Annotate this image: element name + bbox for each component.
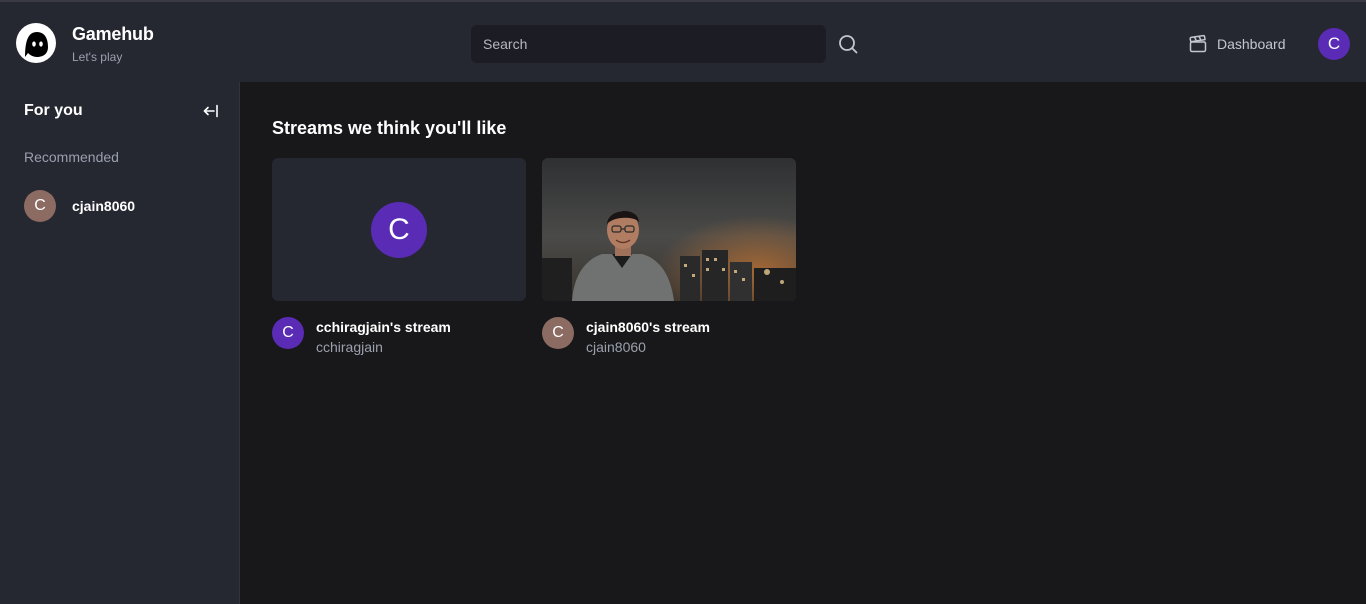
stream-card[interactable]: C cjain8060's stream cjain8060 xyxy=(542,158,796,355)
stream-thumbnail-image xyxy=(542,158,796,301)
avatar[interactable]: C xyxy=(272,317,304,349)
search-icon[interactable] xyxy=(837,33,859,55)
avatar: C xyxy=(24,190,56,222)
collapse-sidebar-icon[interactable] xyxy=(202,102,220,120)
stream-title[interactable]: cjain8060's stream xyxy=(586,319,710,335)
dashboard-button[interactable]: Dashboard xyxy=(1188,32,1286,56)
user-avatar[interactable]: C xyxy=(1318,28,1350,60)
stream-username[interactable]: cchiragjain xyxy=(316,339,383,355)
recommended-heading: Recommended xyxy=(24,149,119,165)
stream-card[interactable]: C C cchiragjain's stream cchiragjain xyxy=(272,158,526,355)
stream-info: C cjain8060's stream cjain8060 xyxy=(542,317,796,357)
top-navbar: Gamehub Let's play Dashboard C xyxy=(0,0,1366,82)
avatar[interactable]: C xyxy=(542,317,574,349)
search-input[interactable] xyxy=(471,25,826,63)
stream-title[interactable]: cchiragjain's stream xyxy=(316,319,451,335)
stream-info: C cchiragjain's stream cchiragjain xyxy=(272,317,526,357)
app-tagline: Let's play xyxy=(72,50,123,64)
app-name: Gamehub xyxy=(72,24,154,44)
clapperboard-icon xyxy=(1188,34,1208,54)
ghost-face-icon[interactable] xyxy=(16,23,56,63)
stream-thumbnail[interactable]: C xyxy=(272,158,526,301)
dashboard-label: Dashboard xyxy=(1217,36,1286,52)
stream-username[interactable]: cjain8060 xyxy=(586,339,646,355)
stream-thumbnail[interactable] xyxy=(542,158,796,301)
sidebar-title: For you xyxy=(24,102,83,119)
section-title: Streams we think you'll like xyxy=(272,118,507,138)
thumbnail-avatar: C xyxy=(371,201,427,258)
sidebar: For you Recommended C cjain8060 xyxy=(0,82,240,604)
sidebar-item-label: cjain8060 xyxy=(72,198,136,214)
sidebar-item-cjain8060[interactable]: C cjain8060 xyxy=(24,190,224,222)
search-box xyxy=(471,25,826,63)
